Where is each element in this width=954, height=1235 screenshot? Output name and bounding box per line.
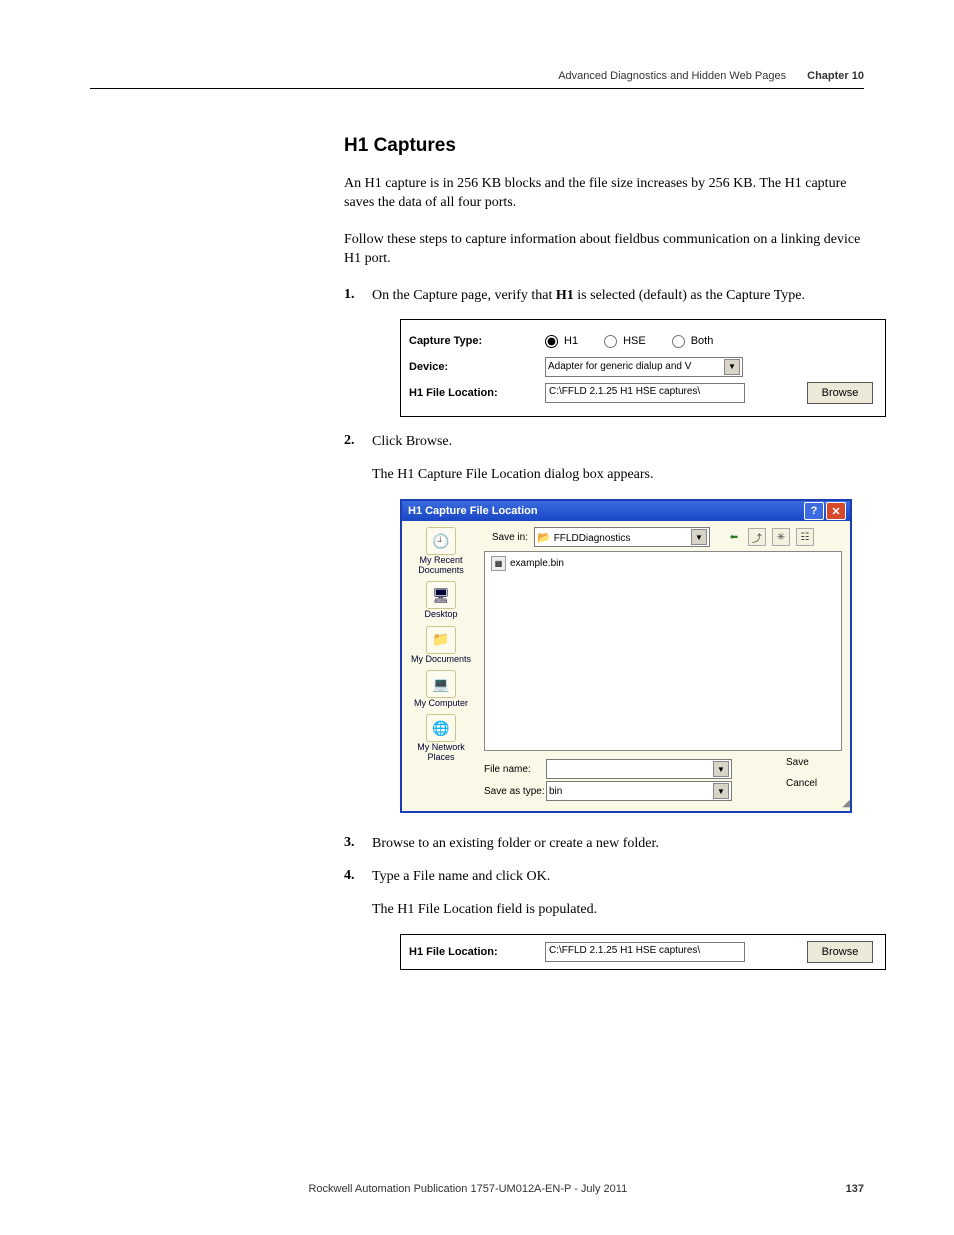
intro-paragraph-1: An H1 capture is in 256 KB blocks and th… (344, 175, 864, 213)
up-one-level-icon[interactable]: ⤴ (748, 528, 766, 546)
dialog-titlebar: H1 Capture File Location ? ✕ (402, 501, 850, 521)
step-3-text: Browse to an existing folder or create a… (372, 835, 864, 854)
help-icon[interactable]: ? (804, 502, 824, 520)
filename-input[interactable]: ▼ (546, 759, 732, 779)
documents-icon: 📁 (426, 626, 456, 654)
views-icon[interactable]: ☷ (796, 528, 814, 546)
running-header: Advanced Diagnostics and Hidden Web Page… (90, 70, 864, 89)
device-label: Device: (409, 361, 545, 373)
place-mydocs[interactable]: 📁My Documents (406, 626, 476, 664)
cancel-button[interactable]: Cancel (786, 778, 842, 796)
close-icon[interactable]: ✕ (826, 502, 846, 520)
step-3: 3. Browse to an existing folder or creat… (344, 835, 864, 854)
step-2: 2. Click Browse. The H1 Capture File Loc… (344, 433, 864, 813)
save-button[interactable]: Save (786, 757, 842, 775)
step-2-note: The H1 Capture File Location dialog box … (372, 466, 864, 485)
place-mycomputer[interactable]: 💻My Computer (406, 670, 476, 708)
capture-type-label: Capture Type: (409, 335, 545, 347)
computer-icon: 💻 (426, 670, 456, 698)
intro-paragraph-2: Follow these steps to capture informatio… (344, 231, 864, 269)
publication-info: Rockwell Automation Publication 1757-UM0… (90, 1183, 846, 1195)
dialog-title-text: H1 Capture File Location (408, 505, 538, 517)
save-in-dropdown[interactable]: 📂FFLDDiagnostics ▼ (534, 527, 710, 547)
step-number: 3. (344, 835, 355, 851)
places-bar: 🕘My Recent Documents 🖥Desktop 📁My Docume… (402, 521, 480, 811)
file-list[interactable]: ▦ example.bin (484, 551, 842, 751)
h1-file-location-input[interactable]: C:\FFLD 2.1.25 H1 HSE captures\ (545, 383, 745, 403)
chevron-down-icon: ▼ (691, 529, 707, 545)
new-folder-icon[interactable]: ✳ (772, 528, 790, 546)
save-as-type-dropdown[interactable]: bin ▼ (546, 781, 732, 801)
page-footer: Rockwell Automation Publication 1757-UM0… (90, 1183, 864, 1195)
resize-grip-icon[interactable]: ◢ (842, 798, 848, 809)
chapter-label: Chapter 10 (807, 70, 864, 82)
save-in-label: Save in: (484, 532, 528, 543)
file-icon: ▦ (491, 556, 506, 571)
place-mynetwork[interactable]: 🌐My Network Places (406, 714, 476, 762)
chevron-down-icon: ▼ (724, 359, 740, 375)
radio-both[interactable]: Both (672, 335, 714, 348)
filename-label: File name: (484, 764, 546, 775)
h1-file-location-input-2[interactable]: C:\FFLD 2.1.25 H1 HSE captures\ (545, 942, 745, 962)
capture-settings-panel: Capture Type: H1 HSE Both Device: Adapte… (400, 319, 886, 417)
radio-h1[interactable]: H1 (545, 335, 578, 348)
save-as-type-label: Save as type: (484, 786, 546, 797)
step-number: 2. (344, 433, 355, 449)
radio-h1-input[interactable] (545, 335, 558, 348)
desktop-icon: 🖥 (426, 581, 456, 609)
device-dropdown[interactable]: Adapter for generic dialup and V ▼ (545, 357, 743, 377)
network-icon: 🌐 (426, 714, 456, 742)
running-title: Advanced Diagnostics and Hidden Web Page… (558, 70, 786, 82)
place-desktop[interactable]: 🖥Desktop (406, 581, 476, 619)
h1-file-location-label: H1 File Location: (409, 387, 545, 399)
section-title: H1 Captures (344, 135, 864, 157)
chevron-down-icon: ▼ (713, 783, 729, 799)
radio-both-input[interactable] (672, 335, 685, 348)
radio-hse-input[interactable] (604, 335, 617, 348)
back-icon[interactable]: ⬅ (726, 529, 742, 545)
chevron-down-icon: ▼ (713, 761, 729, 777)
browse-button-2[interactable]: Browse (807, 941, 873, 963)
browse-button[interactable]: Browse (807, 382, 873, 404)
folder-icon: 📂 (537, 532, 551, 544)
step-number: 1. (344, 287, 355, 303)
h1-file-location-label-2: H1 File Location: (409, 946, 545, 958)
recent-icon: 🕘 (426, 527, 456, 555)
step-1-text: On the Capture page, verify that H1 is s… (372, 287, 864, 306)
step-2-text: Click Browse. (372, 433, 864, 452)
place-recent[interactable]: 🕘My Recent Documents (406, 527, 476, 575)
file-location-dialog: H1 Capture File Location ? ✕ 🕘My Recent … (400, 499, 852, 813)
step-1: 1. On the Capture page, verify that H1 i… (344, 287, 864, 418)
list-item[interactable]: ▦ example.bin (491, 556, 835, 571)
radio-hse[interactable]: HSE (604, 335, 646, 348)
page-number: 137 (846, 1183, 864, 1195)
step-4-text: Type a File name and click OK. (372, 868, 864, 887)
h1-file-location-panel: H1 File Location: C:\FFLD 2.1.25 H1 HSE … (400, 934, 886, 970)
step-4-note: The H1 File Location field is populated. (372, 901, 864, 920)
step-4: 4. Type a File name and click OK. The H1… (344, 868, 864, 970)
step-number: 4. (344, 868, 355, 884)
